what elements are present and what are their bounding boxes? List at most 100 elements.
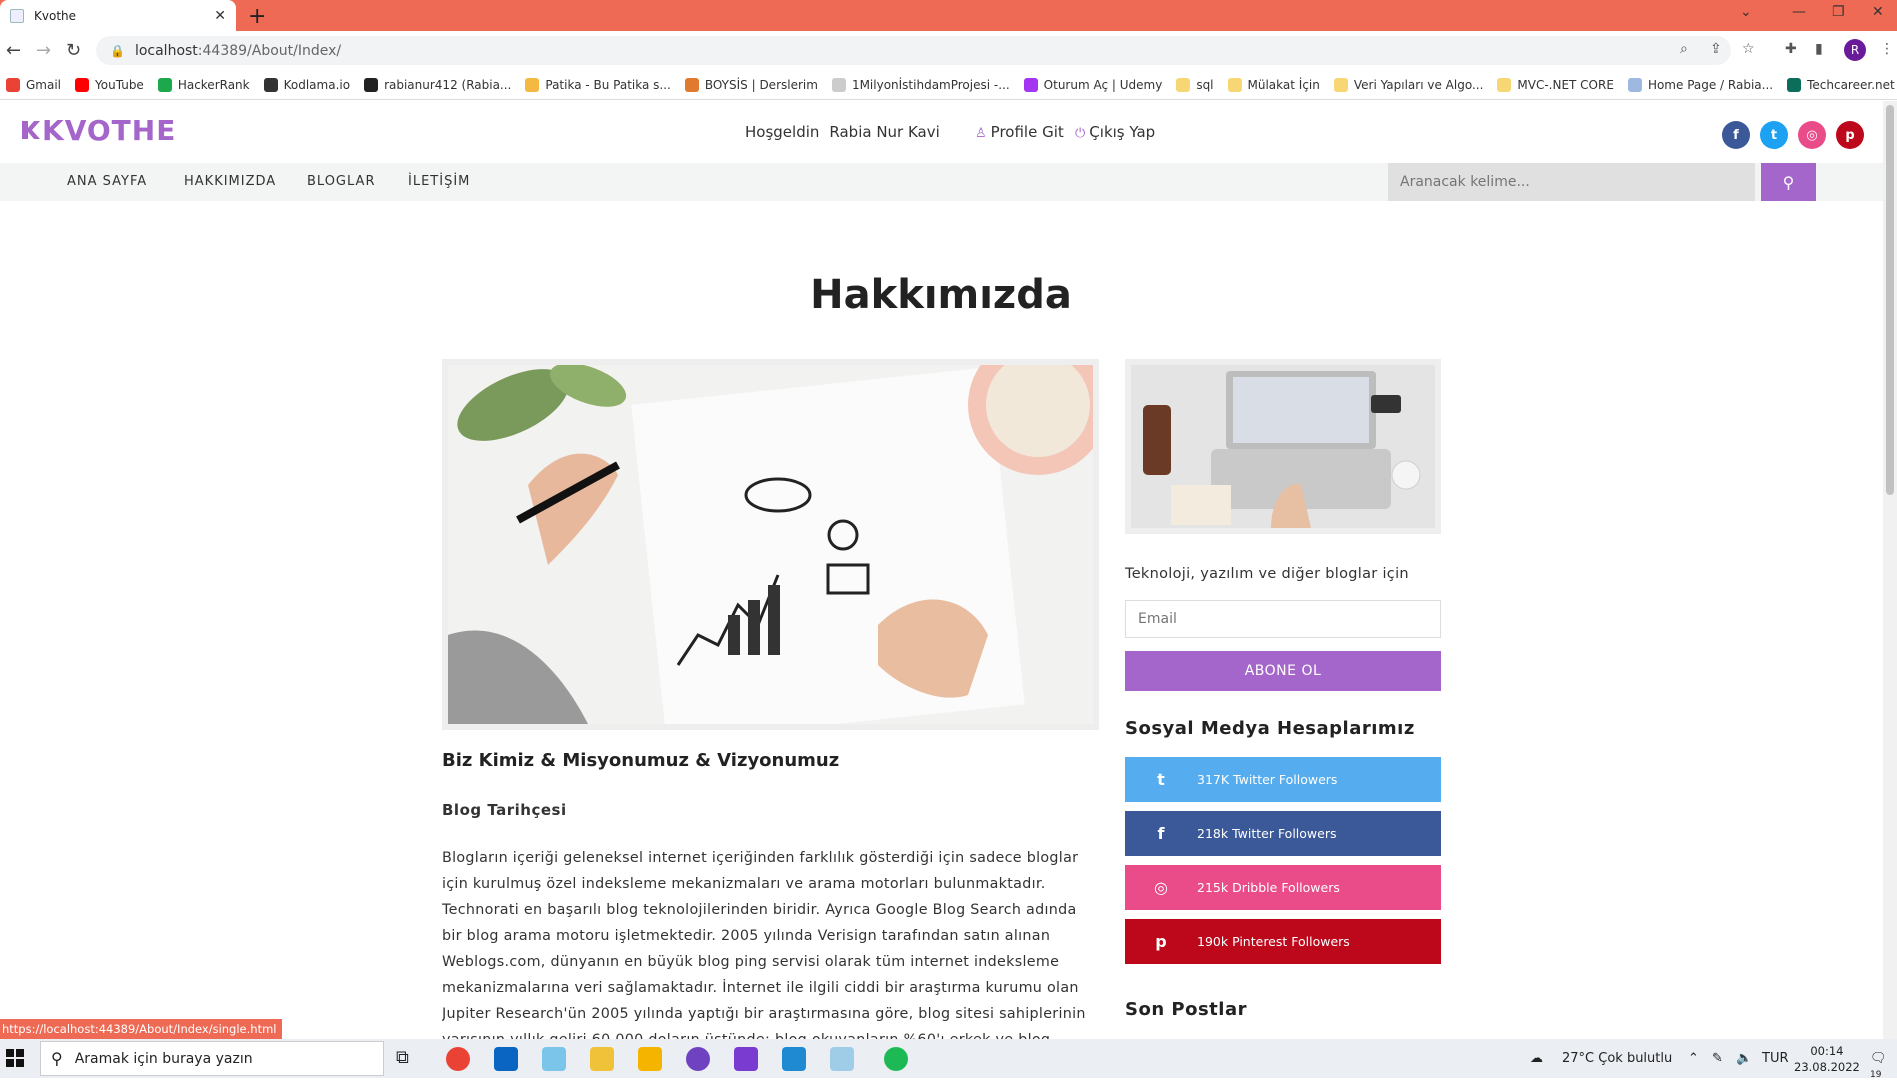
bookmark-item[interactable]: Home Page / Rabia... bbox=[1627, 77, 1773, 92]
bookmark-item[interactable]: MVC-.NET CORE bbox=[1497, 77, 1614, 92]
facebook-icon[interactable]: f bbox=[1722, 121, 1750, 149]
chrome-app-icon[interactable] bbox=[446, 1047, 470, 1071]
pen-icon[interactable]: ✎ bbox=[1712, 1051, 1723, 1066]
language-indicator[interactable]: TUR bbox=[1762, 1051, 1789, 1066]
menu-kebab-icon[interactable]: ⋮ bbox=[1880, 41, 1894, 57]
bookmark-item[interactable]: Mülakat İçin bbox=[1227, 77, 1320, 92]
sidebar-image bbox=[1125, 359, 1441, 534]
bookmark-item[interactable]: rabianur412 (Rabia... bbox=[364, 77, 511, 92]
page-scrollbar[interactable] bbox=[1883, 101, 1897, 1039]
profile-link[interactable]: ♙ Profile Git bbox=[975, 123, 1064, 141]
search-icon: ⚲ bbox=[51, 1049, 63, 1068]
bookmark-favicon-icon bbox=[525, 77, 540, 92]
bookmark-item[interactable]: Kodlama.io bbox=[263, 77, 350, 92]
bookmark-label: Techcareer.net - Ha... bbox=[1807, 77, 1897, 92]
bookmark-item[interactable]: HackerRank bbox=[157, 77, 250, 92]
taskbar-search[interactable]: ⚲ Aramak için buraya yazın bbox=[40, 1041, 384, 1076]
back-button[interactable]: ← bbox=[6, 40, 21, 61]
new-tab-button[interactable]: + bbox=[248, 4, 266, 29]
volume-icon[interactable]: 🔈 bbox=[1736, 1051, 1752, 1066]
url-path: :44389/About/Index/ bbox=[197, 42, 342, 59]
social-network-icon: f bbox=[1157, 824, 1165, 843]
nav-blogs[interactable]: BLOGLAR bbox=[307, 174, 375, 189]
logo-icon bbox=[22, 121, 40, 139]
social-follow-button[interactable]: ◎ 215k Dribble Followers bbox=[1125, 865, 1441, 910]
zoom-icon[interactable]: ⌕ bbox=[1680, 41, 1688, 57]
spotify-icon[interactable] bbox=[884, 1047, 908, 1071]
recent-posts-heading: Son Postlar bbox=[1125, 999, 1247, 1020]
scrollbar-thumb[interactable] bbox=[1886, 105, 1894, 495]
close-tab-icon[interactable]: ✕ bbox=[214, 8, 226, 24]
subscribe-button[interactable]: ABONE OL bbox=[1125, 651, 1441, 691]
logout-link[interactable]: ⏻ Çıkış Yap bbox=[1075, 123, 1155, 141]
pinterest-icon[interactable]: p bbox=[1836, 121, 1864, 149]
bookmark-favicon-icon bbox=[1227, 77, 1242, 92]
twitter-icon[interactable]: t bbox=[1760, 121, 1788, 149]
app-icon-3[interactable] bbox=[542, 1047, 566, 1071]
bookmark-item[interactable]: Techcareer.net - Ha... bbox=[1787, 77, 1897, 92]
site-header: KVOTHE Hoşgeldin Rabia Nur Kavi ♙ Profile … bbox=[0, 101, 1897, 163]
nav-home[interactable]: ANA SAYFA bbox=[67, 174, 147, 189]
side-panel-icon[interactable]: ▮ bbox=[1815, 41, 1823, 57]
address-bar[interactable]: 🔒 localhost:44389/About/Index/ bbox=[96, 36, 1731, 65]
dribbble-icon[interactable]: ◎ bbox=[1798, 121, 1826, 149]
notification-icon[interactable]: 🗨19 bbox=[1870, 1051, 1897, 1081]
bookmark-favicon-icon bbox=[75, 77, 90, 92]
social-follow-button[interactable]: f 218k Twitter Followers bbox=[1125, 811, 1441, 856]
profile-avatar[interactable]: R bbox=[1844, 39, 1866, 61]
weather-icon: ☁ bbox=[1530, 1051, 1543, 1066]
close-window-button[interactable]: ✕ bbox=[1872, 4, 1884, 20]
bookmark-item[interactable]: YouTube bbox=[75, 77, 144, 92]
tab-search-chevron-icon[interactable]: ⌄ bbox=[1740, 4, 1752, 20]
tab-kvothe[interactable]: Kvothe ✕ bbox=[0, 0, 236, 31]
search-button[interactable]: ⚲ bbox=[1761, 163, 1816, 201]
business-sketch-illustration bbox=[448, 365, 1093, 724]
file-explorer-icon[interactable] bbox=[638, 1047, 662, 1071]
welcome-text: Hoşgeldin Rabia Nur Kavi bbox=[745, 123, 950, 141]
social-network-icon: ◎ bbox=[1154, 878, 1168, 897]
forward-button[interactable]: → bbox=[36, 40, 51, 61]
bookmark-label: Mülakat İçin bbox=[1247, 77, 1320, 92]
share-icon[interactable]: ⇪ bbox=[1710, 41, 1722, 57]
social-follow-button[interactable]: p 190k Pinterest Followers bbox=[1125, 919, 1441, 964]
weather-text[interactable]: 27°C Çok bulutlu bbox=[1562, 1051, 1672, 1066]
app-icon-9[interactable] bbox=[830, 1047, 854, 1071]
windows-start-icon[interactable] bbox=[6, 1049, 24, 1067]
newsletter-email-input[interactable] bbox=[1125, 600, 1441, 638]
social-follow-label: 218k Twitter Followers bbox=[1197, 826, 1337, 841]
mission-heading: Biz Kimiz & Misyonumuz & Vizyonumuz bbox=[442, 750, 840, 771]
nav-about[interactable]: HAKKIMIZDA bbox=[184, 174, 276, 189]
user-icon: ♙ bbox=[975, 126, 987, 141]
bookmark-item[interactable]: BOYSİS | Derslerim bbox=[684, 77, 818, 92]
site-logo[interactable]: KVOTHE bbox=[18, 114, 176, 147]
github-desktop-icon[interactable] bbox=[686, 1047, 710, 1071]
bookmark-favicon-icon bbox=[1176, 77, 1191, 92]
status-bar-url: https://localhost:44389/About/Index/sing… bbox=[0, 1019, 283, 1039]
bookmark-item[interactable]: Oturum Aç | Udemy bbox=[1023, 77, 1162, 92]
minimize-button[interactable]: — bbox=[1792, 4, 1806, 20]
taskbar-clock[interactable]: 00:14 23.08.2022 bbox=[1794, 1043, 1860, 1075]
bookmark-star-icon[interactable]: ☆ bbox=[1742, 41, 1755, 57]
reload-button[interactable]: ↻ bbox=[66, 40, 81, 61]
bookmark-item[interactable]: Gmail bbox=[6, 77, 61, 92]
bookmark-item[interactable]: Patika - Bu Patika s... bbox=[525, 77, 671, 92]
task-view-icon[interactable]: ⧉ bbox=[396, 1047, 420, 1071]
social-follow-button[interactable]: t 317K Twitter Followers bbox=[1125, 757, 1441, 802]
clock-time: 00:14 bbox=[1810, 1044, 1844, 1058]
nav-contact[interactable]: İLETİŞİM bbox=[408, 174, 470, 189]
bookmark-item[interactable]: 1MilyonİstihdamProjesi -... bbox=[831, 77, 1010, 92]
bookmark-label: Patika - Bu Patika s... bbox=[545, 77, 671, 92]
tray-chevron-icon[interactable]: ⌃ bbox=[1688, 1051, 1699, 1066]
mail-app-icon[interactable] bbox=[494, 1047, 518, 1071]
bookmark-item[interactable]: Veri Yapıları ve Algo... bbox=[1333, 77, 1483, 92]
extensions-icon[interactable]: ✚ bbox=[1785, 41, 1797, 57]
bookmark-label: sql bbox=[1196, 77, 1214, 92]
bookmark-item[interactable]: sql bbox=[1176, 77, 1214, 92]
restore-button[interactable]: ❐ bbox=[1832, 4, 1845, 20]
app-icon-4[interactable] bbox=[590, 1047, 614, 1071]
visual-studio-icon[interactable] bbox=[734, 1047, 758, 1071]
bookmark-favicon-icon bbox=[684, 77, 699, 92]
profile-link-label: Profile Git bbox=[990, 123, 1064, 141]
vscode-icon[interactable] bbox=[782, 1047, 806, 1071]
site-search-input[interactable] bbox=[1388, 163, 1755, 201]
